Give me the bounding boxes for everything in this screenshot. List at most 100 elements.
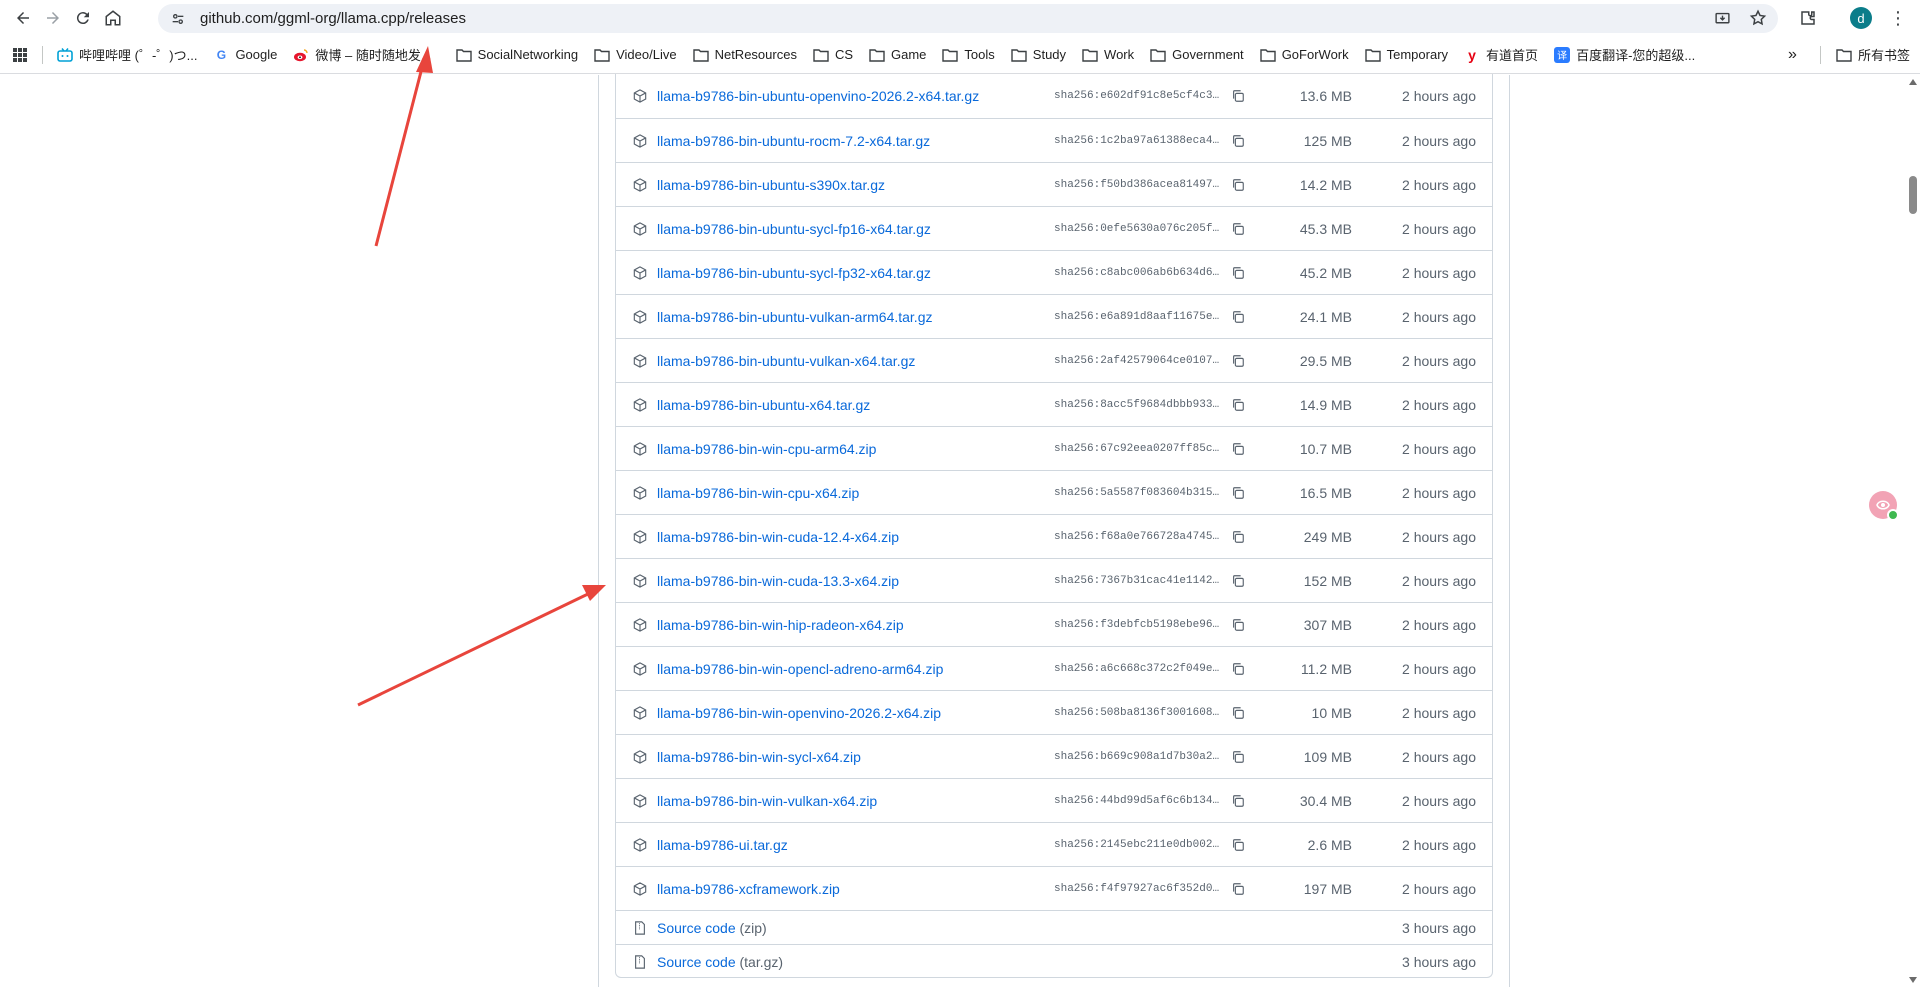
bookmark-folder-video-live[interactable]: Video/Live (586, 41, 684, 69)
package-icon (632, 133, 648, 149)
bookmark-folder-temporary[interactable]: Temporary (1357, 41, 1456, 69)
bookmark-label: Tools (964, 47, 995, 62)
asset-download-link[interactable]: llama-b9786-bin-ubuntu-sycl-fp32-x64.tar… (657, 265, 931, 281)
bookmark-folder-cs[interactable]: CS (805, 41, 861, 69)
copy-icon[interactable] (1229, 176, 1247, 194)
asset-download-link[interactable]: llama-b9786-bin-win-sycl-x64.zip (657, 749, 861, 765)
asset-download-link[interactable]: llama-b9786-bin-win-vulkan-x64.zip (657, 793, 877, 809)
bookmark-youdao[interactable]: y 有道首页 (1456, 41, 1546, 69)
asset-download-link[interactable]: llama-b9786-bin-ubuntu-vulkan-x64.tar.gz (657, 353, 915, 369)
bookmark-folder-tools[interactable]: Tools (934, 41, 1002, 69)
copy-icon[interactable] (1229, 704, 1247, 722)
bookmark-star-icon[interactable] (1746, 6, 1770, 30)
asset-download-link[interactable]: llama-b9786-bin-ubuntu-sycl-fp16-x64.tar… (657, 221, 931, 237)
bookmarks-overflow-icon[interactable]: » (1780, 41, 1805, 69)
bookmark-folder-work[interactable]: Work (1074, 41, 1142, 69)
scroll-up-icon[interactable] (1909, 79, 1917, 85)
copy-icon[interactable] (1229, 87, 1247, 105)
copy-icon[interactable] (1229, 792, 1247, 810)
bookmark-label: Work (1104, 47, 1135, 62)
bookmark-google[interactable]: G Google (205, 41, 285, 69)
copy-icon[interactable] (1229, 484, 1247, 502)
copy-icon[interactable] (1229, 572, 1247, 590)
all-bookmarks-folder[interactable]: 所有书签 (1828, 41, 1918, 69)
bookmark-bilibili[interactable]: 哔哩哔哩 (゜-゜)つ... (49, 41, 205, 69)
bookmark-label: GoForWork (1281, 47, 1349, 62)
home-icon[interactable] (98, 3, 128, 33)
asset-download-link[interactable]: llama-b9786-bin-win-opencl-adreno-arm64.… (657, 661, 943, 677)
package-icon (632, 881, 648, 897)
asset-size: 45.3 MB (1299, 220, 1352, 237)
asset-download-link[interactable]: llama-b9786-bin-win-openvino-2026.2-x64.… (657, 705, 941, 721)
asset-download-link[interactable]: llama-b9786-ui.tar.gz (657, 837, 788, 853)
site-info-icon[interactable] (166, 7, 190, 31)
copy-icon[interactable] (1229, 352, 1247, 370)
copy-icon[interactable] (1229, 220, 1247, 238)
asset-row: llama-b9786-bin-win-cuda-12.4-x64.zip sha… (616, 514, 1492, 558)
asset-row: llama-b9786-bin-win-cpu-arm64.zip sha256:… (616, 426, 1492, 470)
copy-icon[interactable] (1229, 440, 1247, 458)
copy-icon[interactable] (1229, 264, 1247, 282)
layout-border (1509, 75, 1510, 987)
asset-download-link[interactable]: llama-b9786-bin-win-cpu-x64.zip (657, 485, 859, 501)
asset-download-link[interactable]: llama-b9786-bin-ubuntu-x64.tar.gz (657, 397, 870, 413)
asset-sha256: sha256:a6c668c372c2f049e... (1054, 662, 1221, 675)
asset-sha256: sha256:1c2ba97a61388eca4... (1054, 134, 1221, 147)
back-icon[interactable] (8, 3, 38, 33)
source-code-link[interactable]: Source code (tar.gz) (657, 954, 783, 970)
profile-avatar[interactable]: d (1850, 7, 1872, 29)
address-bar[interactable]: github.com/ggml-org/llama.cpp/releases (158, 4, 1778, 33)
copy-icon[interactable] (1229, 660, 1247, 678)
asset-download-link[interactable]: llama-b9786-bin-win-cuda-13.3-x64.zip (657, 573, 899, 589)
bookmark-folder-game[interactable]: Game (861, 41, 934, 69)
asset-download-link[interactable]: llama-b9786-bin-ubuntu-rocm-7.2-x64.tar.… (657, 133, 930, 149)
asset-download-link[interactable]: llama-b9786-bin-ubuntu-s390x.tar.gz (657, 177, 885, 193)
asset-time: 2 hours ago (1402, 792, 1476, 809)
asset-sha256: sha256:2af42579064ce0107... (1054, 354, 1221, 367)
scroll-down-icon[interactable] (1909, 977, 1917, 983)
copy-icon[interactable] (1229, 308, 1247, 326)
scrollbar-thumb[interactable] (1909, 176, 1917, 214)
package-icon (632, 573, 648, 589)
copy-icon[interactable] (1229, 616, 1247, 634)
folder-icon (1011, 47, 1027, 63)
more-menu-icon[interactable]: ⋮ (1888, 6, 1908, 30)
bookmark-folder-netresources[interactable]: NetResources (685, 41, 805, 69)
copy-icon[interactable] (1229, 528, 1247, 546)
asset-download-link[interactable]: llama-b9786-bin-ubuntu-openvino-2026.2-x… (657, 88, 979, 104)
asset-download-link[interactable]: llama-b9786-bin-win-cuda-12.4-x64.zip (657, 529, 899, 545)
apps-grid-icon[interactable] (0, 41, 36, 69)
page-scrollbar[interactable] (1906, 75, 1920, 987)
copy-icon[interactable] (1229, 748, 1247, 766)
asset-sha256: sha256:f3debfcb5198ebe96... (1054, 618, 1221, 631)
bookmark-folder-government[interactable]: Government (1142, 41, 1252, 69)
extensions-icon[interactable] (1796, 6, 1820, 30)
asset-time: 2 hours ago (1402, 396, 1476, 413)
asset-size: 197 MB (1303, 880, 1352, 897)
copy-icon[interactable] (1229, 396, 1247, 414)
folder-icon (1259, 47, 1276, 63)
source-code-link[interactable]: Source code (zip) (657, 920, 767, 936)
asset-row: llama-b9786-bin-ubuntu-rocm-7.2-x64.tar.… (616, 118, 1492, 162)
install-app-icon[interactable] (1710, 6, 1734, 30)
asset-download-link[interactable]: llama-b9786-bin-win-hip-radeon-x64.zip (657, 617, 904, 633)
copy-icon[interactable] (1229, 836, 1247, 854)
forward-icon[interactable] (38, 3, 68, 33)
bookmark-weibo[interactable]: 微博 – 随时随地发... (285, 41, 439, 69)
bookmark-folder-goforwork[interactable]: GoForWork (1252, 41, 1357, 69)
url-text[interactable]: github.com/ggml-org/llama.cpp/releases (200, 10, 466, 27)
source-code-label: Source code (657, 919, 736, 936)
asset-download-link[interactable]: llama-b9786-bin-win-cpu-arm64.zip (657, 441, 876, 457)
bookmark-folder-socialnetworking[interactable]: SocialNetworking (448, 41, 586, 69)
reload-icon[interactable] (68, 3, 98, 33)
asset-row: llama-b9786-bin-win-cuda-13.3-x64.zip sha… (616, 558, 1492, 602)
asset-size: 29.5 MB (1299, 352, 1352, 369)
copy-icon[interactable] (1229, 132, 1247, 150)
asset-sha256: sha256:7367b31cac41e1142... (1054, 574, 1221, 587)
bookmark-folder-study[interactable]: Study (1003, 41, 1074, 69)
floating-assistant-icon[interactable] (1869, 491, 1899, 521)
copy-icon[interactable] (1229, 880, 1247, 898)
asset-download-link[interactable]: llama-b9786-xcframework.zip (657, 881, 840, 897)
bookmark-baidu-translate[interactable]: 译 百度翻译-您的超级... (1546, 41, 1703, 69)
asset-download-link[interactable]: llama-b9786-bin-ubuntu-vulkan-arm64.tar.… (657, 309, 932, 325)
